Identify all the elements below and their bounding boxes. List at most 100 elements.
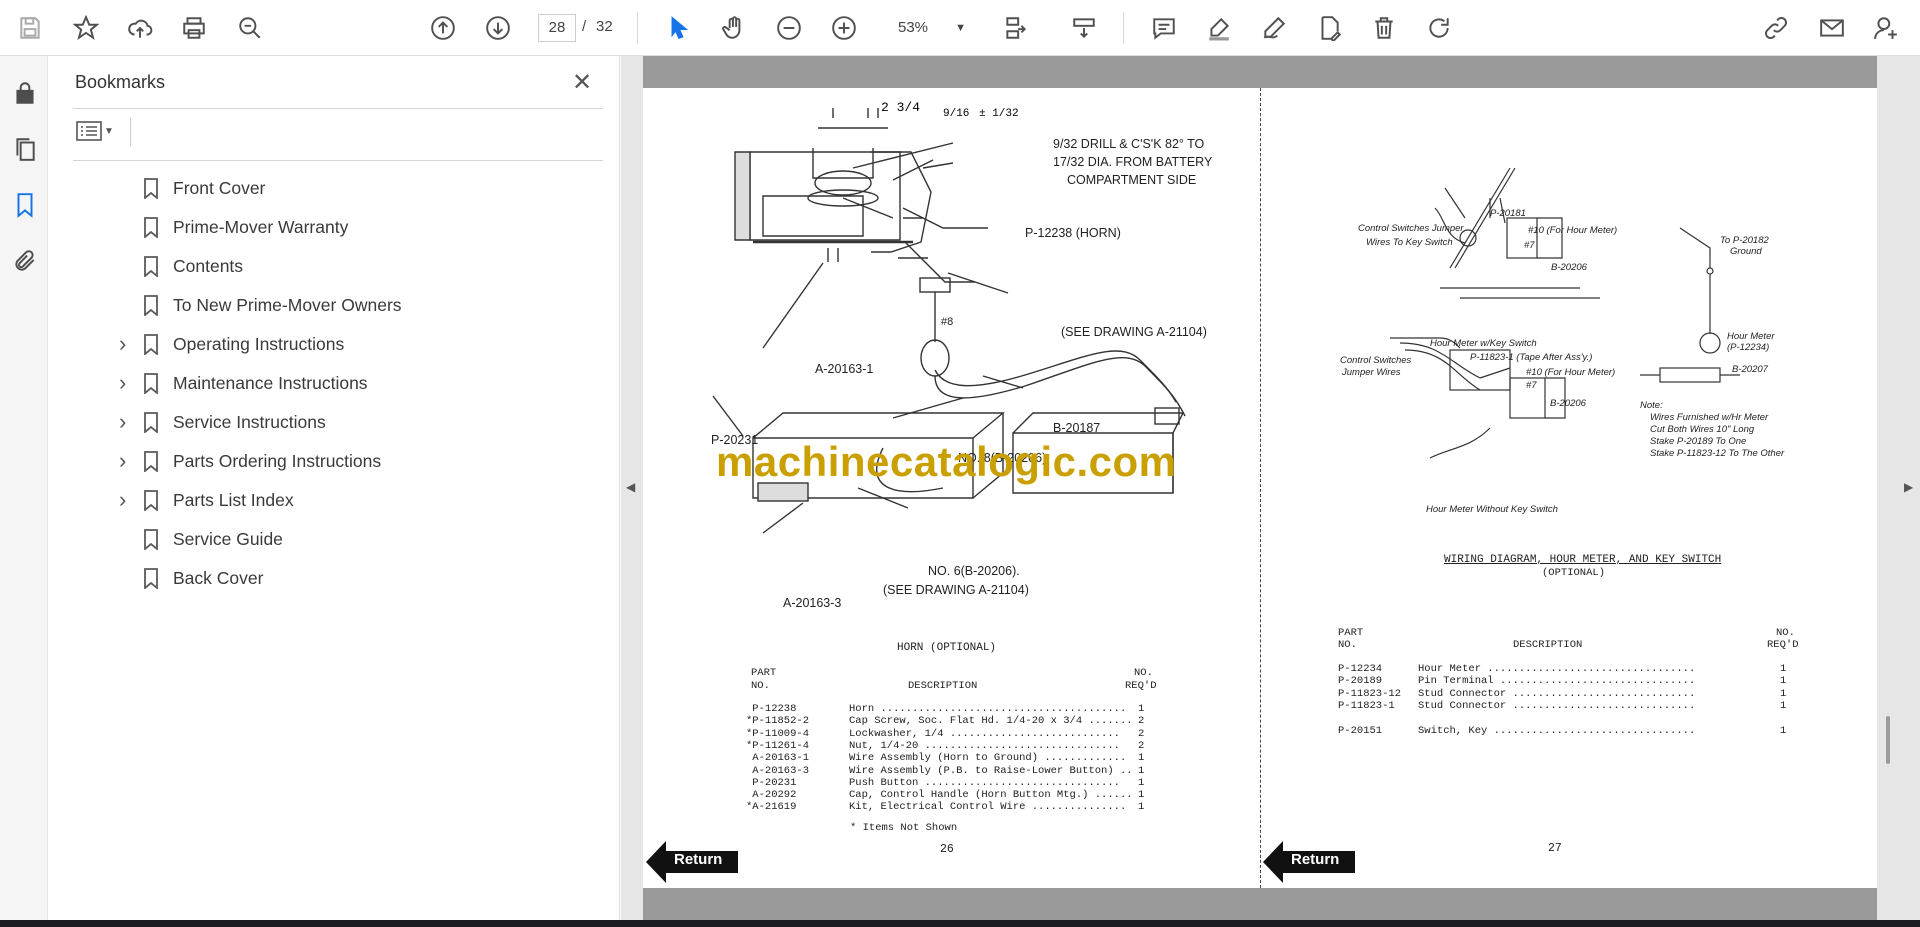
bookmark-item[interactable]: › Maintenance Instructions xyxy=(96,367,616,399)
part-description: Wire Assembly (P.B. to Raise-Lower Butto… xyxy=(849,764,1133,777)
select-cursor-icon[interactable] xyxy=(663,12,695,44)
bookmark-icon xyxy=(143,451,159,473)
save-icon[interactable] xyxy=(14,12,46,44)
share-link-icon[interactable] xyxy=(1760,12,1792,44)
part-description: Nut, 1/4-20 ............................… xyxy=(849,739,1120,752)
part-quantity: 1 xyxy=(1138,703,1145,715)
wiring-callout: To P-20182 xyxy=(1720,235,1769,246)
wire-number: #8 xyxy=(941,316,953,328)
drill-callout: COMPARTMENT SIDE xyxy=(1067,173,1196,187)
diagram-title: WIRING DIAGRAM, HOUR METER, AND KEY SWIT… xyxy=(1444,554,1722,566)
page-fit-icon[interactable] xyxy=(1000,12,1032,44)
wiring-callout: B-20206 xyxy=(1551,262,1588,273)
rotate-icon[interactable] xyxy=(1423,12,1455,44)
bookmark-panel-icon[interactable] xyxy=(12,192,38,218)
return-button[interactable]: Return xyxy=(1263,841,1355,883)
scroll-mode-icon[interactable] xyxy=(1068,12,1100,44)
hand-tool-icon[interactable] xyxy=(718,12,750,44)
expand-chevron-icon[interactable]: › xyxy=(119,370,131,396)
wiring-callout: #10 (For Hour Meter) xyxy=(1528,225,1617,236)
return-button[interactable]: Return xyxy=(646,841,738,883)
bookmark-icon xyxy=(143,412,159,434)
comment-icon[interactable] xyxy=(1148,12,1180,44)
bookmark-item[interactable]: Back Cover xyxy=(96,562,616,594)
part-quantity: 1 xyxy=(1138,764,1145,777)
expand-chevron-icon[interactable]: › xyxy=(119,487,131,513)
expand-chevron-icon[interactable]: › xyxy=(119,331,131,357)
bookmark-item[interactable]: › Operating Instructions xyxy=(96,328,616,360)
next-page-icon[interactable] xyxy=(482,12,514,44)
bookmark-item[interactable]: › Parts List Index xyxy=(96,484,616,516)
chevron-down-icon: ▼ xyxy=(955,22,966,34)
watermark: machinecatalogic.com xyxy=(716,438,1177,485)
vertical-scrollbar[interactable] xyxy=(1886,716,1890,764)
bookmark-icon xyxy=(143,490,159,512)
attachment-icon[interactable] xyxy=(12,248,38,274)
page-number-input[interactable]: 28 xyxy=(538,14,576,42)
email-icon[interactable] xyxy=(1816,12,1848,44)
pages-icon[interactable] xyxy=(12,136,38,162)
draw-icon[interactable] xyxy=(1258,12,1290,44)
bookmark-label: Service Guide xyxy=(173,528,283,549)
part-description: Kit, Electrical Control Wire ...........… xyxy=(849,801,1127,814)
bookmark-item[interactable]: Prime-Mover Warranty xyxy=(96,211,616,243)
zoom-search-icon[interactable] xyxy=(234,12,266,44)
col-header: REQ'D xyxy=(1767,639,1799,651)
part-number: *P-11852-2 xyxy=(746,715,810,728)
bookmark-item[interactable]: Service Guide xyxy=(96,523,616,555)
part-number: P-12234 xyxy=(1338,663,1383,675)
zoom-out-icon[interactable] xyxy=(773,12,805,44)
part-callout: A-20163-3 xyxy=(783,596,841,608)
page-top-band xyxy=(643,56,1877,88)
bookmark-label: Service Instructions xyxy=(173,411,326,432)
part-description: Switch, Key ............................… xyxy=(1418,724,1696,737)
bookmark-item[interactable]: Front Cover xyxy=(96,172,616,204)
drill-callout: 17/32 DIA. FROM BATTERY xyxy=(1053,155,1213,169)
panel-divider xyxy=(73,108,603,109)
wiring-callout: Wires To Key Switch xyxy=(1366,237,1453,248)
wiring-callout: (P-12234) xyxy=(1727,342,1769,353)
highlight-icon[interactable] xyxy=(1203,12,1235,44)
bookmark-label: Parts List Index xyxy=(173,489,294,510)
expand-chevron-icon[interactable]: › xyxy=(119,448,131,474)
wiring-callout: P-11823-1 (Tape After Ass'y.) xyxy=(1470,352,1592,363)
lock-icon[interactable] xyxy=(12,80,38,106)
wiring-callout: Cut Both Wires 10" Long xyxy=(1650,424,1755,435)
star-icon[interactable] xyxy=(70,12,102,44)
add-user-icon[interactable] xyxy=(1870,12,1902,44)
hour-meter-wiring-drawing: Control Switches Jumper Wires To Key Swi… xyxy=(1340,167,1785,515)
part-quantity: 1 xyxy=(1780,687,1787,700)
wiring-callout: Note: xyxy=(1640,400,1663,411)
collapse-right-icon[interactable]: ▶ xyxy=(1904,480,1913,494)
wiring-callout: Hour Meter w/Key Switch xyxy=(1430,338,1537,349)
zoom-in-icon[interactable] xyxy=(828,12,860,44)
col-header: NO. xyxy=(1134,667,1153,679)
zoom-level-select[interactable]: 53% ▼ xyxy=(884,14,976,42)
col-header: NO. xyxy=(1338,639,1357,651)
collapse-left-icon[interactable]: ◀ xyxy=(626,480,635,494)
bookmark-item[interactable]: › Parts Ordering Instructions xyxy=(96,445,616,477)
dim-label: ± 1/32 xyxy=(979,108,1019,120)
expand-chevron-icon[interactable]: › xyxy=(119,409,131,435)
part-number: *A-21619 xyxy=(746,801,797,814)
col-header: DESCRIPTION xyxy=(1513,639,1583,651)
edit-text-icon[interactable] xyxy=(1313,12,1345,44)
diagram-subtitle: (OPTIONAL) xyxy=(1542,567,1606,579)
dim-label: 2 3/4 xyxy=(881,100,920,115)
part-description: Cap Screw, Soc. Flat Hd. 1/4-20 x 3/4 ..… xyxy=(849,715,1133,728)
panel-title: Bookmarks xyxy=(75,72,166,92)
col-header: PART xyxy=(751,667,777,679)
prev-page-icon[interactable] xyxy=(427,12,459,44)
close-icon[interactable]: ✕ xyxy=(572,68,592,97)
bookmark-item[interactable]: To New Prime-Mover Owners xyxy=(96,289,616,321)
bookmark-item[interactable]: › Service Instructions xyxy=(96,406,616,438)
page-total: 32 xyxy=(596,18,613,35)
bookmark-icon xyxy=(143,178,159,200)
bookmark-item[interactable]: Contents xyxy=(96,250,616,282)
page-number: 27 xyxy=(1548,842,1562,855)
bookmark-options-button[interactable]: ▼ xyxy=(76,118,120,144)
delete-icon[interactable] xyxy=(1368,12,1400,44)
cloud-upload-icon[interactable] xyxy=(124,12,156,44)
print-icon[interactable] xyxy=(178,12,210,44)
bookmark-label: To New Prime-Mover Owners xyxy=(173,294,402,315)
